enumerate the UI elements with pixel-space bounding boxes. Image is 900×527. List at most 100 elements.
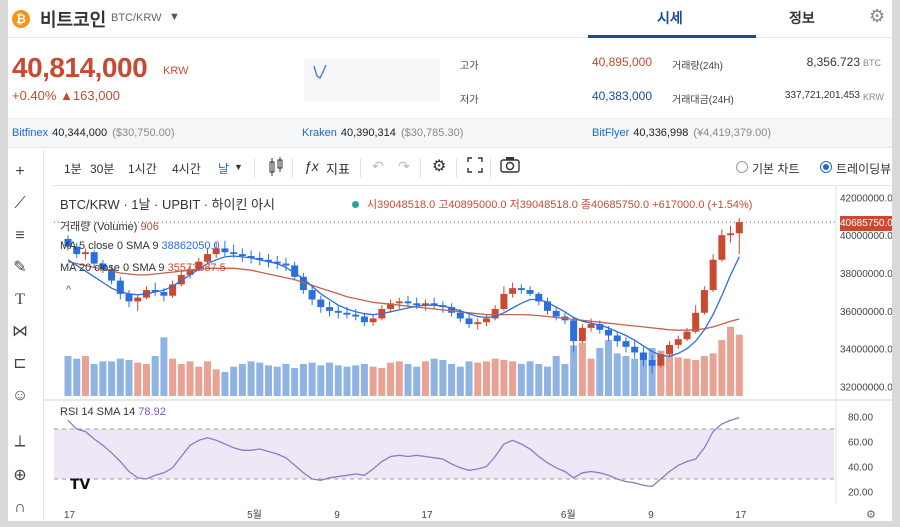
candle-body xyxy=(552,310,560,317)
view-tradingview-radio[interactable] xyxy=(820,161,832,173)
exchange-bitflyer[interactable]: BitFlyer 40,336,998 (¥4,419,379.00) xyxy=(592,127,771,139)
volume-bar xyxy=(378,368,386,396)
toolbar-divider xyxy=(420,158,421,178)
volume-bar xyxy=(718,340,726,396)
pair-label[interactable]: BTC/KRW xyxy=(111,12,162,24)
rsi-readout: 78.92 xyxy=(138,406,166,418)
interval-4h[interactable]: 4시간 xyxy=(172,160,201,177)
volume-bar xyxy=(674,357,682,396)
candle-body xyxy=(238,254,246,256)
interval-day[interactable]: 날 xyxy=(218,160,229,177)
volume-bar xyxy=(500,360,508,396)
price-axis-label: 40000000.0 xyxy=(840,231,892,242)
chevron-down-icon[interactable]: ▼ xyxy=(169,11,180,23)
ma20-title: MA 20 close 0 SMA 9 xyxy=(60,262,165,274)
toolbar-divider xyxy=(292,158,293,178)
candle-body xyxy=(160,291,168,296)
text-icon[interactable]: T xyxy=(8,288,32,312)
chart-canvas[interactable]: 42000000.0 40000000.0 38000000.0 36000000.0… xyxy=(44,186,892,521)
volume-bar xyxy=(439,360,447,396)
redo-icon[interactable]: ↷ xyxy=(398,158,410,175)
exchange-name: BitFlyer xyxy=(592,127,630,139)
tab-market[interactable]: 시세 xyxy=(657,8,683,28)
interval-30m[interactable]: 30분 xyxy=(90,160,114,177)
view-tradingview-label[interactable]: 트레이딩뷰 xyxy=(836,160,891,177)
volume-bar xyxy=(622,356,630,396)
price-axis-label: 32000000.0 xyxy=(840,383,892,394)
candle-body xyxy=(692,312,700,332)
volume-bar xyxy=(692,360,700,396)
fx-icon[interactable]: ƒx xyxy=(304,158,319,174)
chevron-down-icon[interactable]: ▼ xyxy=(234,162,243,172)
ma20-legend: MA 20 close 0 SMA 9 35573587.5 xyxy=(60,262,226,274)
volume-bar xyxy=(735,334,743,396)
volume-bar xyxy=(631,358,639,396)
candle-body xyxy=(735,222,743,234)
candle-body xyxy=(666,344,674,355)
volume-bar xyxy=(413,366,421,396)
volume-bar xyxy=(526,361,534,396)
indicators-button[interactable]: 지표 xyxy=(326,159,350,178)
camera-icon[interactable] xyxy=(500,156,520,177)
prediction-icon[interactable]: ⊏ xyxy=(8,352,32,376)
magnet-icon[interactable]: ∩ xyxy=(8,496,32,520)
volume-bar xyxy=(116,358,124,396)
interval-1m[interactable]: 1분 xyxy=(64,160,82,177)
volume-bar xyxy=(395,361,403,396)
candle-body xyxy=(125,293,133,302)
crosshair-icon[interactable]: + xyxy=(8,160,32,184)
candle-body xyxy=(500,293,508,309)
tab-info[interactable]: 정보 xyxy=(789,8,815,28)
fib-icon[interactable]: ≡ xyxy=(8,224,32,248)
price-change: +0.40% ▲163,000 xyxy=(12,88,120,103)
candle-body xyxy=(360,316,368,323)
candle-type-icon[interactable] xyxy=(266,156,286,181)
ruler-icon[interactable]: ⟂ xyxy=(8,430,32,454)
candle-body xyxy=(631,346,639,353)
volume-bar xyxy=(99,361,107,396)
volume-bar xyxy=(360,364,368,396)
volume-bar xyxy=(256,362,264,396)
candle-body xyxy=(334,310,342,313)
price-chart[interactable]: 42000000.0 40000000.0 38000000.0 36000000.0… xyxy=(44,186,892,521)
volume-bar xyxy=(456,366,464,396)
interval-1h[interactable]: 1시간 xyxy=(128,160,157,177)
volume-bar xyxy=(343,366,351,396)
pattern-icon[interactable]: ⋈ xyxy=(8,320,32,344)
volume-bar xyxy=(247,361,255,396)
toolbar-divider xyxy=(360,158,361,178)
high-label: 고가 xyxy=(460,61,479,72)
volume-label: 거래량(24h) xyxy=(672,61,723,72)
volume-bar xyxy=(700,356,708,396)
volume-bar xyxy=(334,365,342,396)
zoom-in-icon[interactable]: ⊕ xyxy=(8,464,32,488)
ohlc-values: 시39048518.0 고40895000.0 저39048518.0 종406… xyxy=(367,199,753,211)
emoji-icon[interactable]: ☺ xyxy=(8,384,32,408)
exchange-bitfinex[interactable]: Bitfinex 40,344,000 ($30,750.00) xyxy=(12,127,175,139)
price-axis-label: 38000000.0 xyxy=(840,269,892,280)
view-basic-label[interactable]: 기본 차트 xyxy=(752,160,800,177)
volume-bar xyxy=(474,362,482,396)
volume-bar xyxy=(108,361,116,396)
toolbar-divider xyxy=(254,158,255,178)
collapse-legend-icon[interactable]: ^ xyxy=(66,284,71,296)
gear-icon[interactable]: ⚙ xyxy=(869,6,885,27)
brush-icon[interactable]: ✎ xyxy=(8,256,32,280)
candle-body xyxy=(404,301,412,304)
trendline-icon[interactable]: ⟋ xyxy=(8,192,32,216)
candle-body xyxy=(308,290,316,300)
volume-bar xyxy=(221,372,229,396)
view-basic-radio[interactable] xyxy=(736,161,748,173)
axis-settings-icon[interactable]: ⚙ xyxy=(866,508,876,521)
app-window: ₿ 비트코인 BTC/KRW ▼ 시세 정보 ⚙ 40,814,000 KRW … xyxy=(8,0,892,521)
fullscreen-icon[interactable] xyxy=(466,156,484,177)
candle-body xyxy=(203,254,211,262)
exchange-kraken[interactable]: Kraken 40,390,314 ($30,785.30) xyxy=(302,127,463,139)
candle-body xyxy=(413,303,421,306)
candle-body xyxy=(718,235,726,260)
settings-icon[interactable]: ⚙ xyxy=(432,156,446,176)
undo-icon[interactable]: ↶ xyxy=(372,158,384,175)
candle-body xyxy=(605,329,613,336)
volume-bar xyxy=(212,369,220,396)
volume-bar xyxy=(238,364,246,396)
